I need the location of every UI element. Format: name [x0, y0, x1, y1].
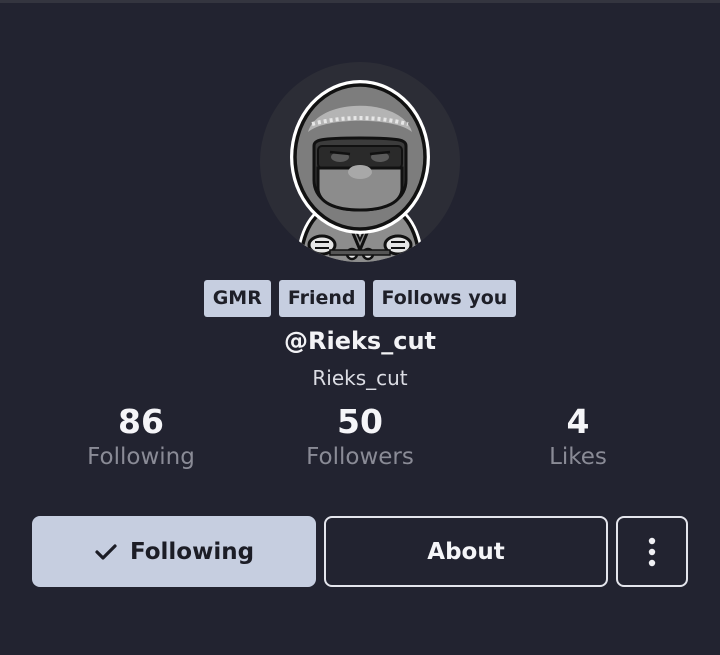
- tag-gmr: GMR: [203, 280, 271, 317]
- tag-follows-you: Follows you: [372, 280, 517, 317]
- avatar-illustration: [290, 80, 430, 262]
- profile-tags: GMR Friend Follows you: [0, 280, 720, 317]
- stat-likes-count: 4: [566, 402, 590, 441]
- profile-handle: @Rieks_cut: [283, 327, 436, 355]
- stat-following[interactable]: 86 Following: [31, 400, 251, 470]
- avatar[interactable]: [260, 62, 460, 262]
- stat-followers-label: Followers: [306, 444, 414, 470]
- stat-following-label: Following: [87, 444, 195, 470]
- tag-friend: Friend: [278, 280, 365, 317]
- more-options-button[interactable]: [616, 516, 688, 587]
- stat-likes-label: Likes: [549, 444, 607, 470]
- following-button-label: Following: [129, 538, 255, 565]
- vertical-ellipsis-icon: [648, 537, 656, 566]
- following-button[interactable]: Following: [32, 516, 316, 587]
- about-button[interactable]: About: [324, 516, 608, 587]
- profile-display-name: Rieks_cut: [312, 366, 408, 390]
- stat-followers-count: 50: [337, 402, 383, 441]
- checkmark-icon: [95, 543, 117, 560]
- about-button-label: About: [427, 538, 505, 565]
- top-divider: [0, 0, 720, 3]
- stat-likes[interactable]: 4 Likes: [468, 400, 688, 470]
- stat-following-count: 86: [118, 402, 164, 441]
- stat-followers[interactable]: 50 Followers: [250, 400, 470, 470]
